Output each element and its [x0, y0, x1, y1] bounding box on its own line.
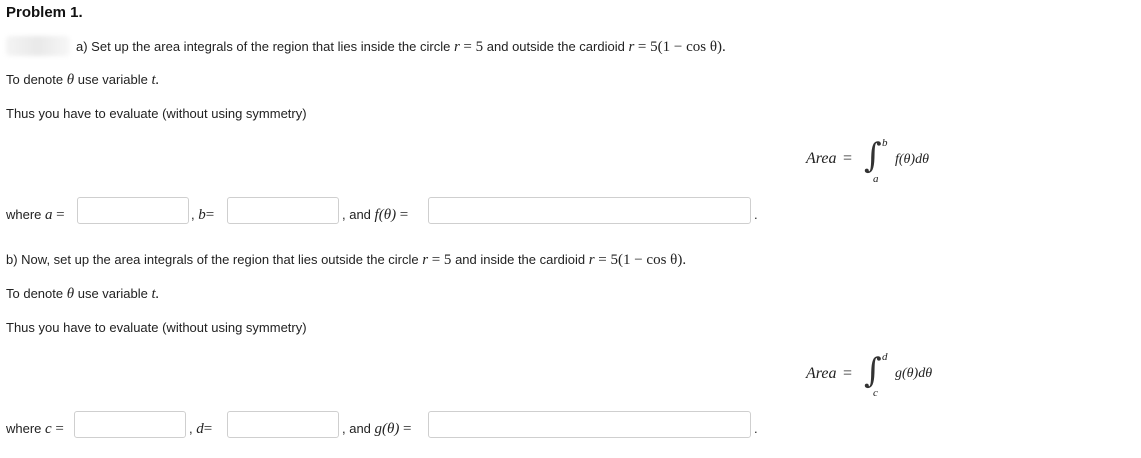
part-b-area-eq: =: [842, 365, 852, 382]
a-input[interactable]: [77, 197, 189, 224]
part-b-period: .: [754, 421, 758, 436]
redacted-label: [6, 36, 70, 56]
g-input[interactable]: [428, 411, 751, 438]
part-a-denote-pre: To denote: [6, 72, 64, 87]
part-b-circle-var: r: [422, 252, 429, 268]
part-a-area-eq: =: [842, 150, 852, 167]
part-b-g-eq: =: [403, 421, 412, 437]
part-b-and-text: , and: [342, 421, 371, 436]
part-a-area-label: Area: [806, 150, 837, 167]
part-b-mid-text: and inside the cardioid: [455, 252, 586, 267]
part-a-mid-text: and outside the cardioid: [486, 39, 625, 54]
part-b-statement: b) Now, set up the area integrals of the…: [6, 252, 686, 269]
part-a-circle-var: r: [453, 39, 460, 55]
part-a-b-label: , b=: [191, 207, 214, 224]
part-a-cardioid-eq: = 5(1 − cos θ).: [637, 39, 726, 55]
part-a-area-formula: Area =: [806, 150, 852, 168]
part-a-period: .: [754, 207, 758, 222]
part-b-where-label: where c =: [6, 421, 64, 438]
part-b-comma-1: ,: [189, 421, 193, 436]
part-a-denote-post: use variable: [77, 72, 148, 87]
d-input[interactable]: [227, 411, 339, 438]
part-b-denote-theta: θ: [66, 286, 75, 302]
part-a-intro: a) Set up the area integrals of the regi…: [76, 39, 451, 54]
part-b-cardioid-var: r: [588, 252, 595, 268]
part-a-integrand: f(θ)dθ: [895, 152, 929, 167]
part-b-integrand: g(θ)dθ: [895, 366, 933, 381]
b-input[interactable]: [227, 197, 339, 224]
part-b-c-var: c: [45, 421, 52, 437]
part-a-denote-theta: θ: [66, 72, 75, 88]
part-b-area-formula: Area =: [806, 365, 852, 383]
part-b-d-eq: =: [203, 421, 213, 437]
part-a-a-eq: =: [56, 207, 65, 223]
part-a-cardioid-var: r: [628, 39, 635, 55]
part-b-circle-eq: = 5: [431, 252, 452, 268]
part-a-b-eq: =: [205, 207, 215, 223]
part-a-and-text: , and: [342, 207, 371, 222]
part-b-d-label: , d=: [189, 421, 212, 438]
part-a-f-eq: =: [399, 207, 409, 223]
part-a-f-label: , and f(θ) =: [342, 207, 408, 224]
part-a-f-var: f(θ): [374, 207, 397, 223]
part-a-a-var: a: [45, 207, 53, 223]
part-b-g-label: , and g(θ) =: [342, 421, 412, 438]
c-input[interactable]: [74, 411, 186, 438]
part-b-lower-limit: c: [873, 387, 878, 399]
part-a-statement: a) Set up the area integrals of the regi…: [76, 39, 726, 56]
part-b-denote-pre: To denote: [6, 286, 64, 301]
part-b-c-eq: =: [55, 421, 64, 437]
part-b-upper-limit: d: [882, 351, 888, 363]
part-b-intro: b) Now, set up the area integrals of the…: [6, 252, 419, 267]
part-a-circle-eq: = 5: [463, 39, 484, 55]
part-b-evaluate: Thus you have to evaluate (without using…: [6, 320, 307, 335]
part-a-integral-icon: ∫: [864, 136, 882, 176]
part-a-b-var: b: [198, 207, 206, 223]
part-b-integral-icon: ∫: [864, 351, 882, 391]
part-b-area-label: Area: [806, 365, 837, 382]
part-a-lower-limit: a: [873, 173, 879, 185]
part-a-where-text: where: [6, 207, 42, 222]
part-b-cardioid-eq: = 5(1 − cos θ).: [598, 252, 687, 268]
part-a-where-label: where a =: [6, 207, 65, 224]
part-a-upper-limit: b: [882, 137, 888, 149]
part-a-comma-1: ,: [191, 207, 195, 222]
part-b-where-text: where: [6, 421, 42, 436]
part-b-denote: To denote θ use variable t.: [6, 286, 159, 303]
part-b-g-var: g(θ): [374, 421, 400, 437]
f-input[interactable]: [428, 197, 751, 224]
part-a-denote-t: t.: [151, 72, 160, 88]
part-a-evaluate: Thus you have to evaluate (without using…: [6, 106, 307, 121]
part-a-denote: To denote θ use variable t.: [6, 72, 159, 89]
part-b-d-var: d: [196, 421, 204, 437]
part-b-denote-post: use variable: [77, 286, 148, 301]
part-b-denote-t: t.: [151, 286, 160, 302]
problem-title: Problem 1.: [6, 4, 83, 21]
